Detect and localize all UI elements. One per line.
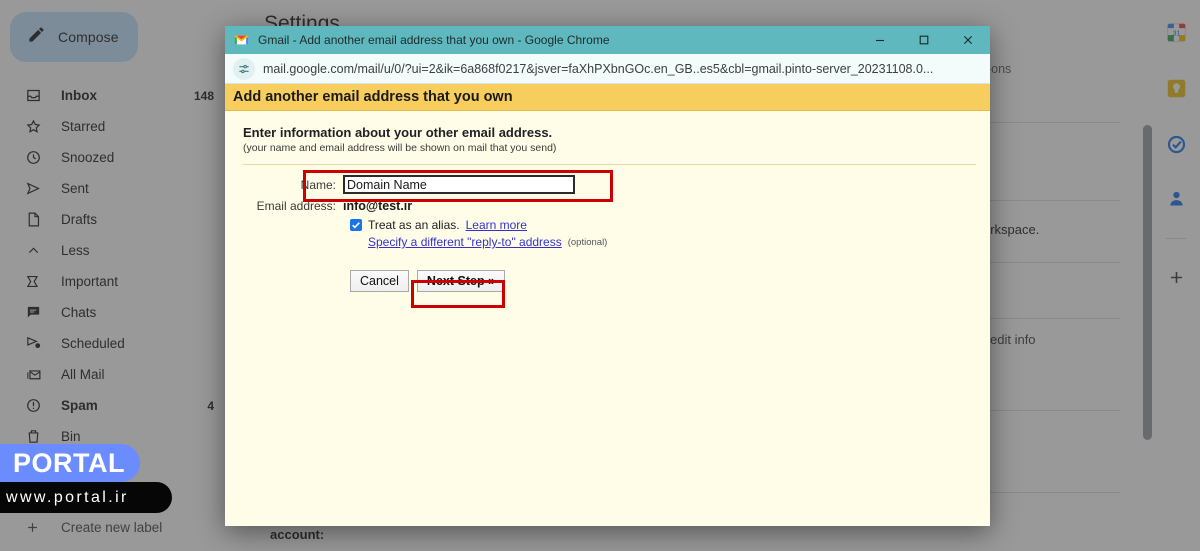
minimize-icon[interactable] bbox=[858, 26, 902, 54]
tune-icon[interactable] bbox=[233, 58, 255, 80]
gmail-dialog-page: Add another email address that you own E… bbox=[225, 84, 990, 526]
chrome-titlebar[interactable]: Gmail - Add another email address that y… bbox=[225, 26, 990, 54]
dialog-buttons: Cancel Next Step » bbox=[225, 270, 990, 292]
maximize-icon[interactable] bbox=[902, 26, 946, 54]
window-controls bbox=[858, 26, 990, 54]
name-row: Name: bbox=[225, 175, 990, 194]
learn-more-link[interactable]: Learn more bbox=[466, 218, 527, 232]
name-input[interactable] bbox=[343, 175, 575, 194]
add-address-form: Name: Email address: info@test.ir Treat … bbox=[225, 165, 990, 292]
watermark-url-text: www.portal.ir bbox=[0, 489, 129, 507]
treat-as-alias-label: Treat as an alias. bbox=[368, 218, 460, 232]
chrome-popup-window: Gmail - Add another email address that y… bbox=[225, 26, 990, 526]
specify-reply-to-link[interactable]: Specify a different "reply-to" address bbox=[368, 235, 562, 249]
watermark-brand-text: PORTAL bbox=[0, 448, 125, 479]
cancel-button[interactable]: Cancel bbox=[350, 270, 409, 292]
treat-as-alias-checkbox[interactable] bbox=[350, 219, 362, 231]
watermark-brand: PORTAL bbox=[0, 444, 140, 482]
optional-note: (optional) bbox=[568, 237, 608, 248]
dialog-intro: Enter information about your other email… bbox=[225, 111, 990, 154]
address-bar-url[interactable]: mail.google.com/mail/u/0/?ui=2&ik=6a868f… bbox=[263, 62, 990, 76]
reply-to-row: Specify a different "reply-to" address (… bbox=[225, 235, 990, 249]
alias-row: Treat as an alias. Learn more bbox=[225, 218, 990, 232]
omnibox-row[interactable]: mail.google.com/mail/u/0/?ui=2&ik=6a868f… bbox=[225, 54, 990, 84]
email-address-label: Email address: bbox=[225, 199, 343, 213]
chrome-window-title: Gmail - Add another email address that y… bbox=[258, 33, 610, 47]
dialog-header-bar: Add another email address that you own bbox=[225, 84, 990, 111]
dialog-header-title: Add another email address that you own bbox=[233, 89, 513, 105]
email-row: Email address: info@test.ir bbox=[225, 199, 990, 213]
watermark-url: www.portal.ir bbox=[0, 482, 172, 513]
intro-subtitle: (your name and email address will be sho… bbox=[243, 142, 990, 154]
close-icon[interactable] bbox=[946, 26, 990, 54]
next-step-button[interactable]: Next Step » bbox=[417, 270, 505, 292]
name-label: Name: bbox=[225, 178, 343, 192]
gmail-icon bbox=[234, 33, 249, 48]
email-address-value: info@test.ir bbox=[343, 199, 412, 213]
intro-title: Enter information about your other email… bbox=[243, 125, 990, 140]
